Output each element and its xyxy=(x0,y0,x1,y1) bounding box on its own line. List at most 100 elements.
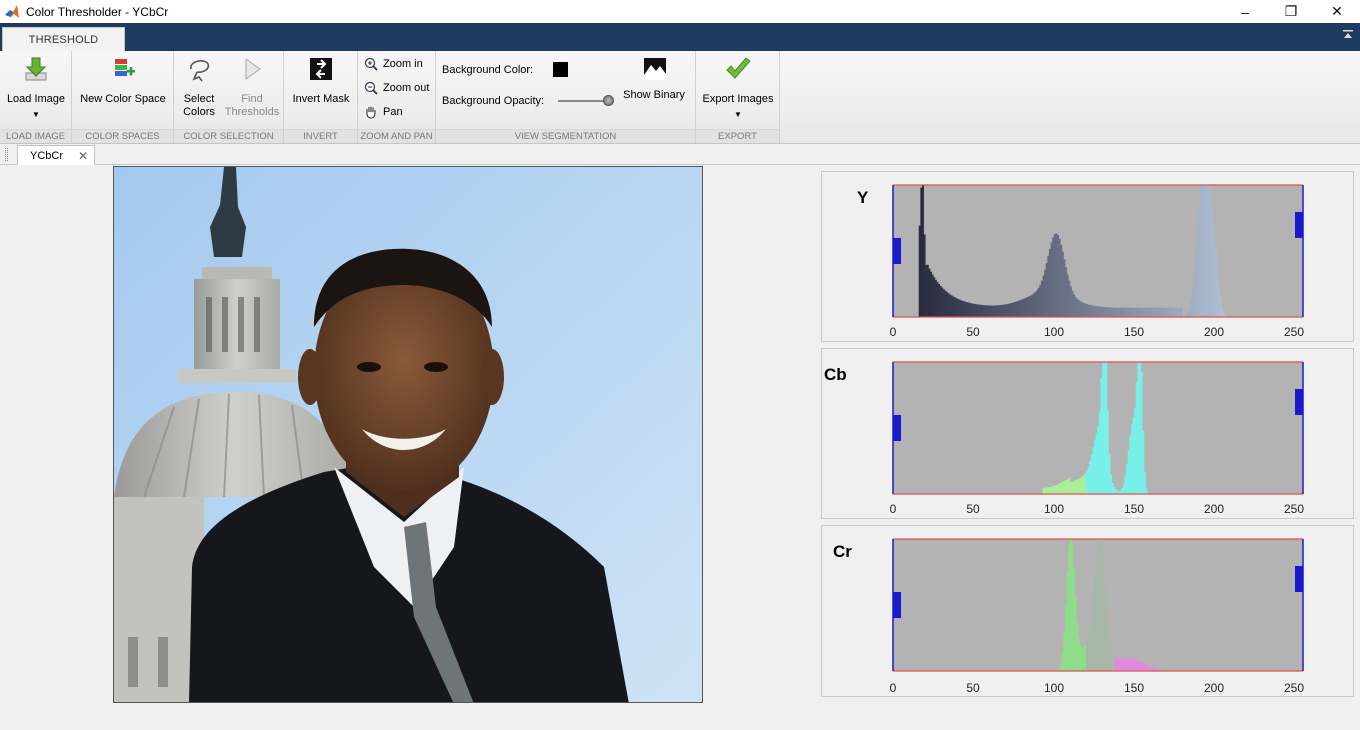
background-opacity-label: Background Opacity: xyxy=(442,95,545,107)
tick-label: 200 xyxy=(1203,325,1225,339)
close-window-button[interactable]: ✕ xyxy=(1314,0,1360,23)
section-color-spaces: New Color Space COLOR SPACES xyxy=(72,51,174,143)
binary-image-icon xyxy=(644,58,666,80)
tick-label: 0 xyxy=(889,681,897,695)
lower-threshold-handle[interactable] xyxy=(893,592,901,618)
section-label-invert: INVERT xyxy=(284,129,357,143)
section-label-color-spaces: COLOR SPACES xyxy=(72,129,173,143)
lower-threshold-handle[interactable] xyxy=(893,238,901,264)
tick-label: 150 xyxy=(1123,681,1145,695)
invert-mask-label: Invert Mask xyxy=(292,93,350,105)
color-bars-icon xyxy=(115,59,135,76)
tab-threshold[interactable]: THRESHOLD xyxy=(2,27,125,51)
section-label-load-image: LOAD IMAGE xyxy=(0,129,71,143)
upper-threshold-handle[interactable] xyxy=(1295,212,1303,238)
section-label-zoom-and-pan: ZOOM AND PAN xyxy=(358,129,435,143)
show-binary-button[interactable]: Show Binary xyxy=(620,55,688,102)
restore-button[interactable]: ❐ xyxy=(1268,0,1314,23)
tick-label: 50 xyxy=(966,325,980,339)
segmented-photo xyxy=(114,167,702,702)
document-tab-label: YCbCr xyxy=(30,149,64,162)
tick-label: 250 xyxy=(1283,681,1305,695)
checkmark-icon xyxy=(726,57,751,79)
tick-label: 100 xyxy=(1043,502,1065,516)
new-color-space-button[interactable]: New Color Space xyxy=(76,55,170,106)
export-images-button[interactable]: Export Images ▼ xyxy=(700,55,776,121)
play-arrow-icon xyxy=(245,58,261,80)
tick-label: 50 xyxy=(966,681,980,695)
dropdown-arrow-icon: ▼ xyxy=(32,110,40,119)
tick-label: 200 xyxy=(1203,502,1225,516)
title-bar: Color Thresholder - YCbCr – ❐ ✕ xyxy=(0,0,1360,23)
dropdown-arrow-icon: ▼ xyxy=(734,110,742,119)
export-images-label: Export Images xyxy=(702,93,774,105)
section-zoom-and-pan: Zoom in Zoom out Pan ZOOM AND PAN xyxy=(358,51,436,143)
section-label-view-segmentation: VIEW SEGMENTATION xyxy=(436,129,695,143)
section-color-selection: Select Colors Find Thresholds COLOR SELE… xyxy=(174,51,284,143)
histogram-y[interactable] xyxy=(822,172,1353,341)
collapse-ribbon-icon[interactable] xyxy=(1342,29,1354,41)
show-binary-label: Show Binary xyxy=(623,89,685,101)
select-colors-label-1: Select xyxy=(183,93,215,105)
invert-mask-icon xyxy=(310,58,332,80)
tick-label: 200 xyxy=(1203,681,1225,695)
lasso-icon xyxy=(190,60,210,82)
section-export: Export Images ▼ EXPORT xyxy=(696,51,780,143)
matlab-logo-icon xyxy=(5,4,19,18)
tick-label: 100 xyxy=(1043,325,1065,339)
background-color-label: Background Color: xyxy=(442,64,534,76)
background-opacity-slider-knob[interactable] xyxy=(603,95,614,106)
document-tab-bar: YCbCr ✕ xyxy=(0,144,1360,165)
minimize-button[interactable]: – xyxy=(1222,0,1268,23)
window-title: Color Thresholder - YCbCr xyxy=(26,4,169,19)
tick-label: 100 xyxy=(1043,681,1065,695)
tab-grip-handle[interactable] xyxy=(5,148,8,161)
tick-label: 150 xyxy=(1123,502,1145,516)
zoom-in-icon xyxy=(364,57,378,71)
zoom-in-button[interactable]: Zoom in xyxy=(364,57,423,71)
upper-threshold-handle[interactable] xyxy=(1295,566,1303,592)
invert-mask-button[interactable]: Invert Mask xyxy=(288,55,354,106)
tick-label: 250 xyxy=(1283,325,1305,339)
zoom-in-label: Zoom in xyxy=(383,58,423,70)
new-color-space-label: New Color Space xyxy=(80,93,166,105)
main-content: Y 0 50 100 150 200 250 Cb 0 50 100 150 2… xyxy=(0,166,1360,730)
section-load-image: Load Image ▼ LOAD IMAGE xyxy=(0,51,72,143)
load-image-label: Load Image xyxy=(6,93,66,105)
tick-label: 0 xyxy=(889,325,897,339)
tick-label: 50 xyxy=(966,502,980,516)
histogram-panel-cb: Cb 0 50 100 150 200 250 xyxy=(821,348,1354,519)
zoom-out-button[interactable]: Zoom out xyxy=(364,81,429,95)
find-thresholds-label-1: Find xyxy=(241,93,263,105)
tick-label: 0 xyxy=(889,502,897,516)
histogram-background xyxy=(893,185,1303,317)
hand-pan-icon xyxy=(366,106,376,119)
download-arrow-icon xyxy=(25,57,47,81)
lower-threshold-handle[interactable] xyxy=(893,415,901,441)
upper-threshold-handle[interactable] xyxy=(1295,389,1303,415)
find-thresholds-button[interactable]: Find Thresholds xyxy=(222,55,282,119)
document-tab-ycbcr[interactable]: YCbCr ✕ xyxy=(17,145,95,165)
image-preview[interactable] xyxy=(113,166,703,703)
ribbon-tab-strip: THRESHOLD xyxy=(0,23,1360,51)
select-colors-button[interactable]: Select Colors xyxy=(177,55,221,119)
histogram-bar xyxy=(1180,307,1183,317)
zoom-out-icon xyxy=(364,81,378,95)
histogram-panel-y: Y 0 50 100 150 200 250 xyxy=(821,171,1354,342)
select-colors-label-2: Colors xyxy=(183,106,215,118)
histogram-cb[interactable] xyxy=(822,349,1353,518)
pan-button[interactable]: Pan xyxy=(364,105,403,119)
tick-label: 150 xyxy=(1123,325,1145,339)
load-image-button[interactable]: Load Image ▼ xyxy=(4,55,68,121)
section-label-export: EXPORT xyxy=(696,129,779,143)
ribbon-toolstrip: Load Image ▼ LOAD IMAGE New Color Space … xyxy=(0,51,1360,144)
background-color-swatch[interactable] xyxy=(553,62,568,77)
tick-label: 250 xyxy=(1283,502,1305,516)
section-label-color-selection: COLOR SELECTION xyxy=(174,129,283,143)
histogram-cr[interactable] xyxy=(822,526,1353,696)
close-tab-icon[interactable]: ✕ xyxy=(78,149,88,163)
histogram-panel-cr: Cr 0 50 100 150 200 250 xyxy=(821,525,1354,697)
section-invert: Invert Mask INVERT xyxy=(284,51,358,143)
section-view-segmentation: Background Color: Background Opacity: Sh… xyxy=(436,51,696,143)
find-thresholds-label-2: Thresholds xyxy=(224,106,280,118)
